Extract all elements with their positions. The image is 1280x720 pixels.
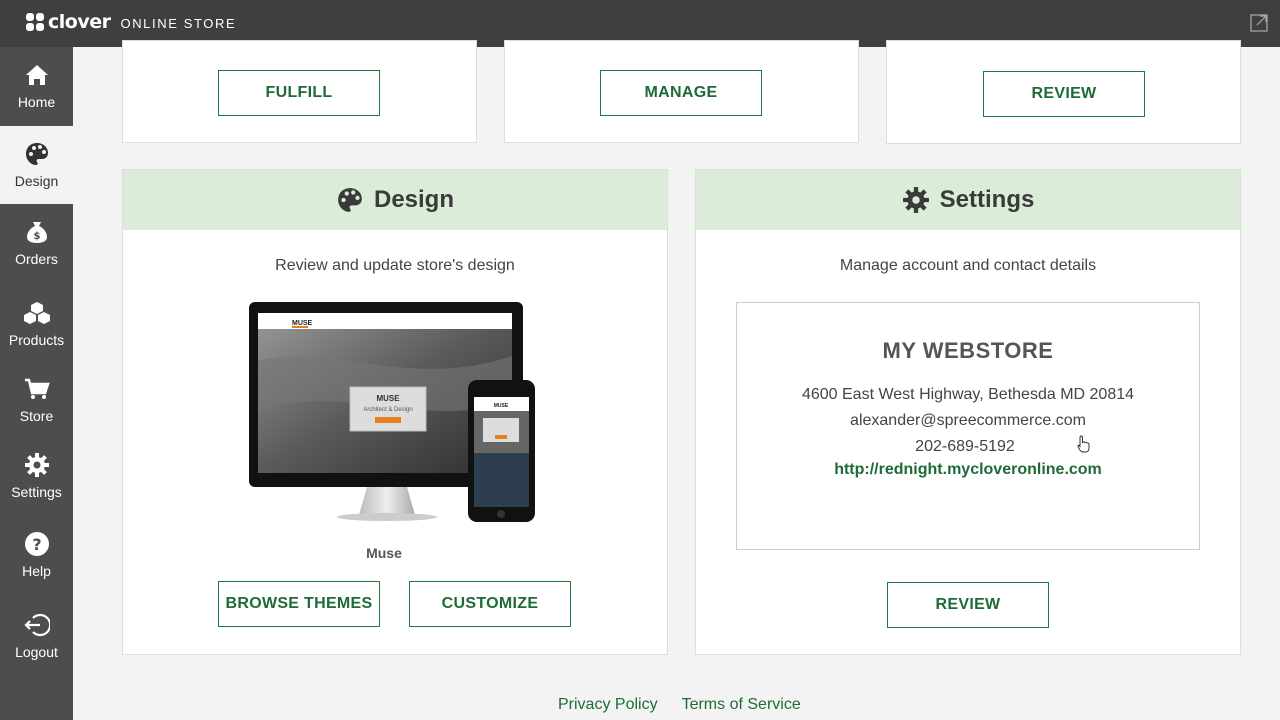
sidebar-item-help[interactable]: ? Help <box>0 516 73 594</box>
settings-card: Settings Manage account and contact deta… <box>695 169 1241 655</box>
design-card-header: Design <box>123 170 667 230</box>
sidebar-item-label: Orders <box>15 251 58 267</box>
palette-icon <box>25 143 48 165</box>
theme-name: Muse <box>366 545 402 561</box>
svg-text:$: $ <box>33 231 40 242</box>
preview-tagline: Architect & Design <box>363 407 412 413</box>
gear-icon <box>24 453 49 477</box>
external-link-icon[interactable] <box>1250 14 1268 32</box>
sidebar-item-label: Store <box>19 408 54 424</box>
palette-icon <box>338 188 362 212</box>
store-address: 4600 East West Highway, Bethesda MD 2081… <box>801 386 1135 403</box>
preview-brand-center: MUSE <box>376 394 400 403</box>
sidebar-item-products[interactable]: Products <box>0 285 73 363</box>
brand-logo[interactable]: clover ONLINE STORE <box>25 11 236 33</box>
manage-button[interactable]: MANAGE <box>600 70 762 116</box>
phone-brand: MUSE <box>494 403 509 409</box>
help-icon: ? <box>24 532 49 556</box>
customize-button[interactable]: CUSTOMIZE <box>409 581 571 627</box>
gear-icon <box>902 187 929 213</box>
store-info-box: MY WEBSTORE 4600 East West Highway, Beth… <box>736 302 1200 550</box>
hand-cursor-icon <box>1077 435 1090 453</box>
cart-icon <box>24 378 50 399</box>
logout-icon <box>23 613 50 637</box>
sidebar-item-settings[interactable]: Settings <box>0 437 73 515</box>
settings-review-button[interactable]: REVIEW <box>887 582 1049 628</box>
design-description: Review and update store's design <box>275 257 515 274</box>
sidebar-item-label: Help <box>22 563 51 579</box>
clover-logo-icon <box>26 13 44 31</box>
privacy-policy-link[interactable]: Privacy Policy <box>558 696 658 714</box>
sidebar-item-store[interactable]: Store <box>0 361 73 439</box>
sidebar-item-label: Home <box>17 94 56 110</box>
settings-title: Settings <box>939 186 1035 213</box>
footer: Privacy Policy Terms of Service <box>558 696 825 714</box>
home-icon <box>25 65 48 85</box>
product-name: ONLINE STORE <box>120 15 237 31</box>
settings-description: Manage account and contact details <box>839 257 1097 274</box>
review-card: REVIEW <box>886 40 1241 144</box>
brand-name: clover <box>48 11 111 33</box>
store-url-link[interactable]: http://rednight.mycloveronline.com <box>737 461 1199 479</box>
sidebar-item-design[interactable]: Design <box>0 126 73 204</box>
svg-text:?: ? <box>32 535 41 554</box>
preview-brand: MUSE <box>292 320 313 327</box>
theme-preview-image: MUSE MUSE Architect & Design MUSE <box>249 302 535 522</box>
fulfill-card: FULFILL <box>122 40 477 143</box>
sidebar-item-label: Logout <box>15 644 58 660</box>
design-card: Design Review and update store's design … <box>122 169 668 655</box>
sidebar-item-logout[interactable]: Logout <box>0 597 73 675</box>
sidebar-item-label: Products <box>8 332 65 348</box>
money-bag-icon: $ <box>26 222 47 243</box>
fulfill-button[interactable]: FULFILL <box>218 70 380 116</box>
sidebar-item-home[interactable]: Home <box>0 47 73 125</box>
store-phone: 202-689-5192 <box>915 438 1015 455</box>
sidebar-item-orders[interactable]: $ Orders <box>0 204 73 282</box>
store-email: alexander@spreecommerce.com <box>850 412 1086 429</box>
manage-card: MANAGE <box>504 40 859 143</box>
design-title: Design <box>373 186 454 213</box>
terms-of-service-link[interactable]: Terms of Service <box>682 696 801 714</box>
sidebar-item-label: Design <box>14 173 59 189</box>
review-button[interactable]: REVIEW <box>983 71 1145 117</box>
boxes-icon <box>23 302 50 324</box>
sidebar: Home Design $ Orders Products Store Sett… <box>0 47 73 720</box>
browse-themes-button[interactable]: BROWSE THEMES <box>218 581 380 627</box>
store-name: MY WEBSTORE <box>882 338 1054 363</box>
settings-card-header: Settings <box>696 170 1240 230</box>
sidebar-item-label: Settings <box>11 484 62 500</box>
